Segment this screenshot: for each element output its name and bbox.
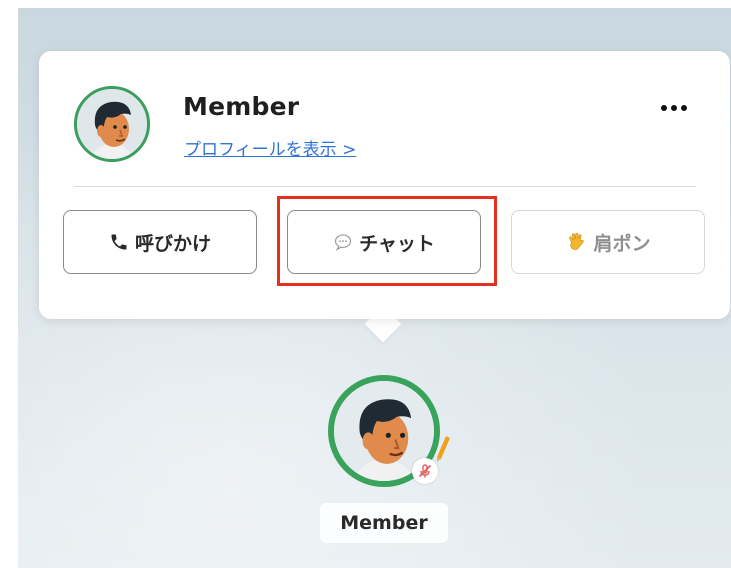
call-button[interactable]: 呼びかけ (63, 210, 257, 274)
mic-muted-icon (412, 458, 438, 484)
waving-hand-icon (565, 231, 587, 253)
tap-shoulder-button-label: 肩ポン (593, 232, 651, 255)
face-icon (77, 89, 147, 159)
view-profile-link[interactable]: プロフィールを表示 > (184, 135, 356, 160)
avatar-name-tag: Member (320, 503, 448, 543)
member-avatar (74, 86, 150, 162)
more-dots-icon (659, 105, 689, 111)
pencil-icon (432, 432, 454, 464)
divider (74, 186, 696, 187)
chat-button-highlight (277, 196, 497, 286)
call-button-label: 呼びかけ (134, 232, 211, 255)
tap-shoulder-button[interactable]: 肩ポン (511, 210, 705, 274)
more-options-button[interactable] (654, 94, 694, 122)
phone-icon (109, 232, 129, 252)
member-name: Member (183, 92, 300, 121)
